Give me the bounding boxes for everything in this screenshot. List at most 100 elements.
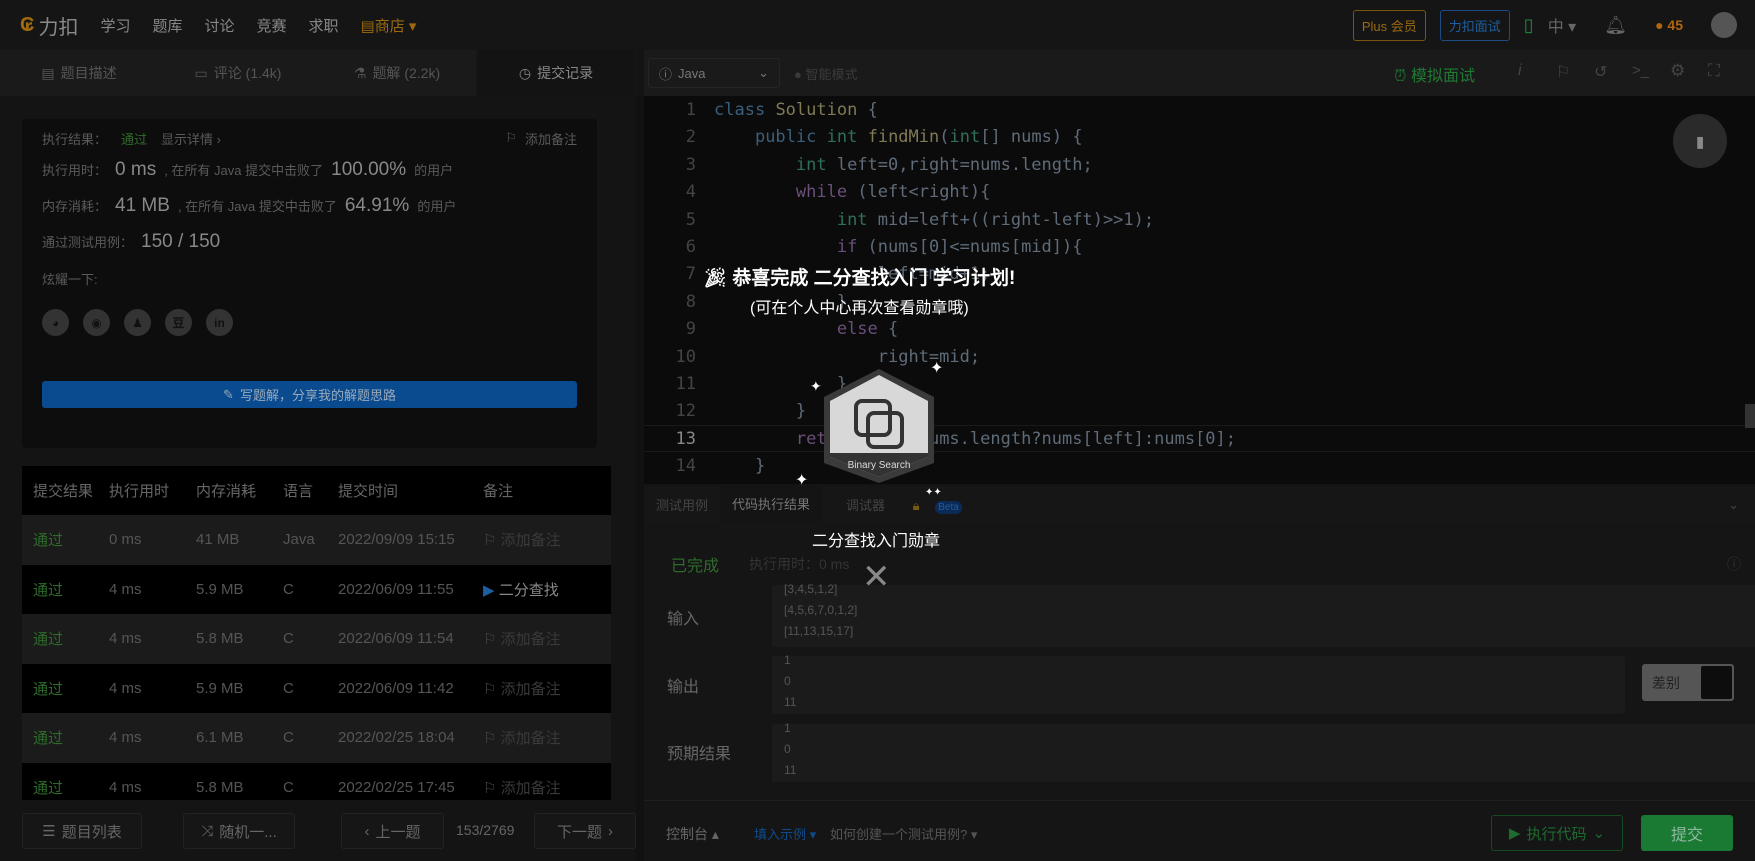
howto-link[interactable]: 如何创建一个测试用例? ▾	[830, 824, 977, 843]
language-cell: Java	[283, 531, 315, 549]
column-header: 提交时间	[338, 483, 399, 500]
interview-button[interactable]: 力扣面试	[1439, 9, 1510, 41]
result-cell[interactable]: 通过	[22, 579, 109, 600]
line-number: 6	[685, 237, 696, 257]
note-cell[interactable]: ▶ 二分查找	[483, 579, 611, 600]
memory-cell: 5.9 MB	[196, 580, 244, 598]
sparkle-icon: ✦	[795, 472, 809, 489]
column-header: 执行用时	[109, 483, 170, 500]
add-note-button[interactable]: ⚐ 添加备注	[505, 127, 577, 149]
scrollbar[interactable]	[1745, 404, 1755, 428]
weibo-icon[interactable]: ◉	[83, 309, 110, 336]
note-cell[interactable]: ⚐ 添加备注	[483, 777, 611, 798]
note-cell[interactable]: ⚐ 添加备注	[483, 628, 611, 649]
table-row[interactable]: 通过 4 ms 5.9 MB C 2022/06/09 11:55 ▶ 二分查找	[22, 564, 611, 614]
run-code-button[interactable]: ▶ 执行代码 ⌄	[1491, 815, 1623, 851]
note-cell[interactable]: ⚐ 添加备注	[483, 529, 611, 550]
tab-submissions[interactable]: ◷ 提交记录	[477, 50, 636, 96]
result-cell[interactable]: 通过	[22, 727, 109, 748]
settings-icon[interactable]: ⚙	[1670, 61, 1685, 81]
help-icon[interactable]: ⓘ	[1727, 554, 1741, 574]
line-number: 14	[675, 456, 696, 477]
tab-comments[interactable]: ▭ 评论 (1.4k)	[159, 50, 318, 96]
qq-icon[interactable]: ♟	[124, 309, 151, 336]
language-switch[interactable]: 中 ▾	[1548, 13, 1577, 37]
tab-debugger[interactable]: 调试器 🔒︎ Beta	[822, 495, 974, 514]
flag-icon: ⚐	[483, 730, 501, 748]
table-row[interactable]: 通过 4 ms 5.8 MB C 2022/06/09 11:54 ⚐ 添加备注	[22, 614, 611, 664]
result-cell[interactable]: 通过	[22, 678, 109, 699]
tab-solutions[interactable]: ⚗ 题解 (2.2k)	[318, 50, 477, 96]
table-row[interactable]: 通过 0 ms 41 MB Java 2022/09/09 15:15 ⚐ 添加备注	[22, 515, 611, 565]
result-cell[interactable]: 通过	[22, 777, 109, 798]
nav-shop[interactable]: ▤商店 ▾	[361, 15, 417, 36]
linkedin-icon[interactable]: in	[206, 309, 233, 336]
streak-counter[interactable]: ● 45	[1655, 17, 1683, 33]
table-row[interactable]: 通过 4 ms 5.8 MB C 2022/02/25 17:45 ⚐ 添加备注	[22, 762, 611, 800]
plus-button[interactable]: Plus 会员	[1352, 9, 1426, 41]
close-icon[interactable]: ✕	[862, 560, 891, 594]
show-details-link[interactable]: 显示详情 ›	[161, 129, 221, 148]
chevron-left-icon: ‹	[364, 822, 370, 840]
line-number: 3	[685, 154, 696, 175]
mobile-icon[interactable]: ▯	[1524, 15, 1534, 36]
wechat-icon[interactable]: ◕	[42, 309, 69, 336]
left-tabs: ▤ 题目描述 ▭ 评论 (1.4k) ⚗ 题解 (2.2k) ◷ 提交记录	[0, 50, 636, 96]
result-cell[interactable]: 通过	[22, 529, 109, 550]
smart-mode-toggle[interactable]: ● 智能模式	[794, 64, 857, 83]
avatar[interactable]	[1711, 12, 1737, 38]
result-cell[interactable]: 通过	[22, 628, 109, 649]
info-icon[interactable]: i	[1518, 62, 1522, 80]
input-box[interactable]: [3,4,5,1,2] [4,5,6,7,0,1,2] [11,13,15,17]	[772, 582, 1755, 647]
terminal-icon[interactable]: >_	[1632, 62, 1649, 79]
logo[interactable]: ₢ 力扣	[20, 11, 78, 40]
flag-icon[interactable]: ⚐	[1556, 62, 1570, 82]
runtime-cell: 0 ms	[109, 531, 142, 549]
random-button[interactable]: ⤨ 随机一...	[183, 813, 295, 849]
panel-resize-handle[interactable]	[636, 96, 644, 861]
sparkle-icon: ✦	[810, 378, 822, 394]
fill-example-link[interactable]: 填入示例 ▾	[754, 824, 816, 843]
nav-discuss[interactable]: 讨论	[204, 15, 234, 36]
language-select[interactable]: ⓘ Java ⌄	[648, 58, 780, 88]
leetcode-logo-icon: ₢	[20, 13, 35, 36]
line-number: 11	[675, 374, 696, 394]
table-row[interactable]: 通过 4 ms 6.1 MB C 2022/02/25 18:04 ⚐ 添加备注	[22, 713, 611, 763]
nav-contest[interactable]: 竞赛	[257, 15, 287, 36]
code-line: }	[714, 456, 766, 477]
flame-icon: ●	[1655, 17, 1664, 33]
douban-icon[interactable]: 豆	[165, 309, 192, 336]
nav-jobs[interactable]: 求职	[309, 15, 339, 36]
problem-counter: 153/2769	[456, 822, 515, 838]
output-box: 1 0 11	[772, 653, 1625, 714]
table-row[interactable]: 通过 4 ms 5.9 MB C 2022/06/09 11:42 ⚐ 添加备注	[22, 663, 611, 713]
note-cell[interactable]: ⚐ 添加备注	[483, 678, 611, 699]
notebook-icon[interactable]: ▮	[1673, 114, 1727, 168]
diff-toggle[interactable]: 差别	[1642, 664, 1734, 701]
runtime-cell: 4 ms	[109, 729, 142, 747]
code-editor[interactable]: 1 class Solution {2 public int findMin(in…	[644, 96, 1755, 484]
note-label: 添加备注	[500, 532, 561, 550]
nav-problems[interactable]: 题库	[152, 15, 182, 36]
runtime-value: 0 ms	[115, 159, 157, 180]
tab-description[interactable]: ▤ 题目描述	[0, 50, 159, 96]
problem-list-button[interactable]: ☰ 题目列表	[22, 813, 142, 849]
prev-problem-button[interactable]: ‹ 上一题	[341, 813, 444, 849]
nav-learn[interactable]: 学习	[100, 15, 130, 36]
fullscreen-icon[interactable]: ⛶	[1708, 61, 1720, 81]
chevron-right-icon: ›	[608, 822, 613, 840]
collapse-chevron-icon[interactable]: ⌄	[1716, 497, 1755, 513]
console-toggle[interactable]: 控制台 ▴	[666, 824, 719, 844]
chevron-down-icon: ⌄	[1592, 825, 1606, 842]
submit-button[interactable]: 提交	[1641, 815, 1733, 851]
note-cell[interactable]: ⚐ 添加备注	[483, 727, 611, 748]
mock-interview-button[interactable]: ⏰︎ 模拟面试	[1394, 62, 1475, 86]
reset-icon[interactable]: ↺	[1594, 62, 1607, 82]
time-cell: 2022/06/09 11:42	[338, 679, 454, 697]
code-line: int left=0,right=nums.length;	[795, 154, 1093, 175]
tab-testcase[interactable]: 测试用例	[644, 495, 720, 514]
bell-icon[interactable]: 🔔︎	[1604, 15, 1627, 36]
tab-run-result[interactable]: 代码执行结果	[720, 486, 823, 523]
next-problem-button[interactable]: 下一题 ›	[534, 813, 636, 849]
write-solution-button[interactable]: ✎ 写题解，分享我的解题思路	[42, 381, 577, 408]
